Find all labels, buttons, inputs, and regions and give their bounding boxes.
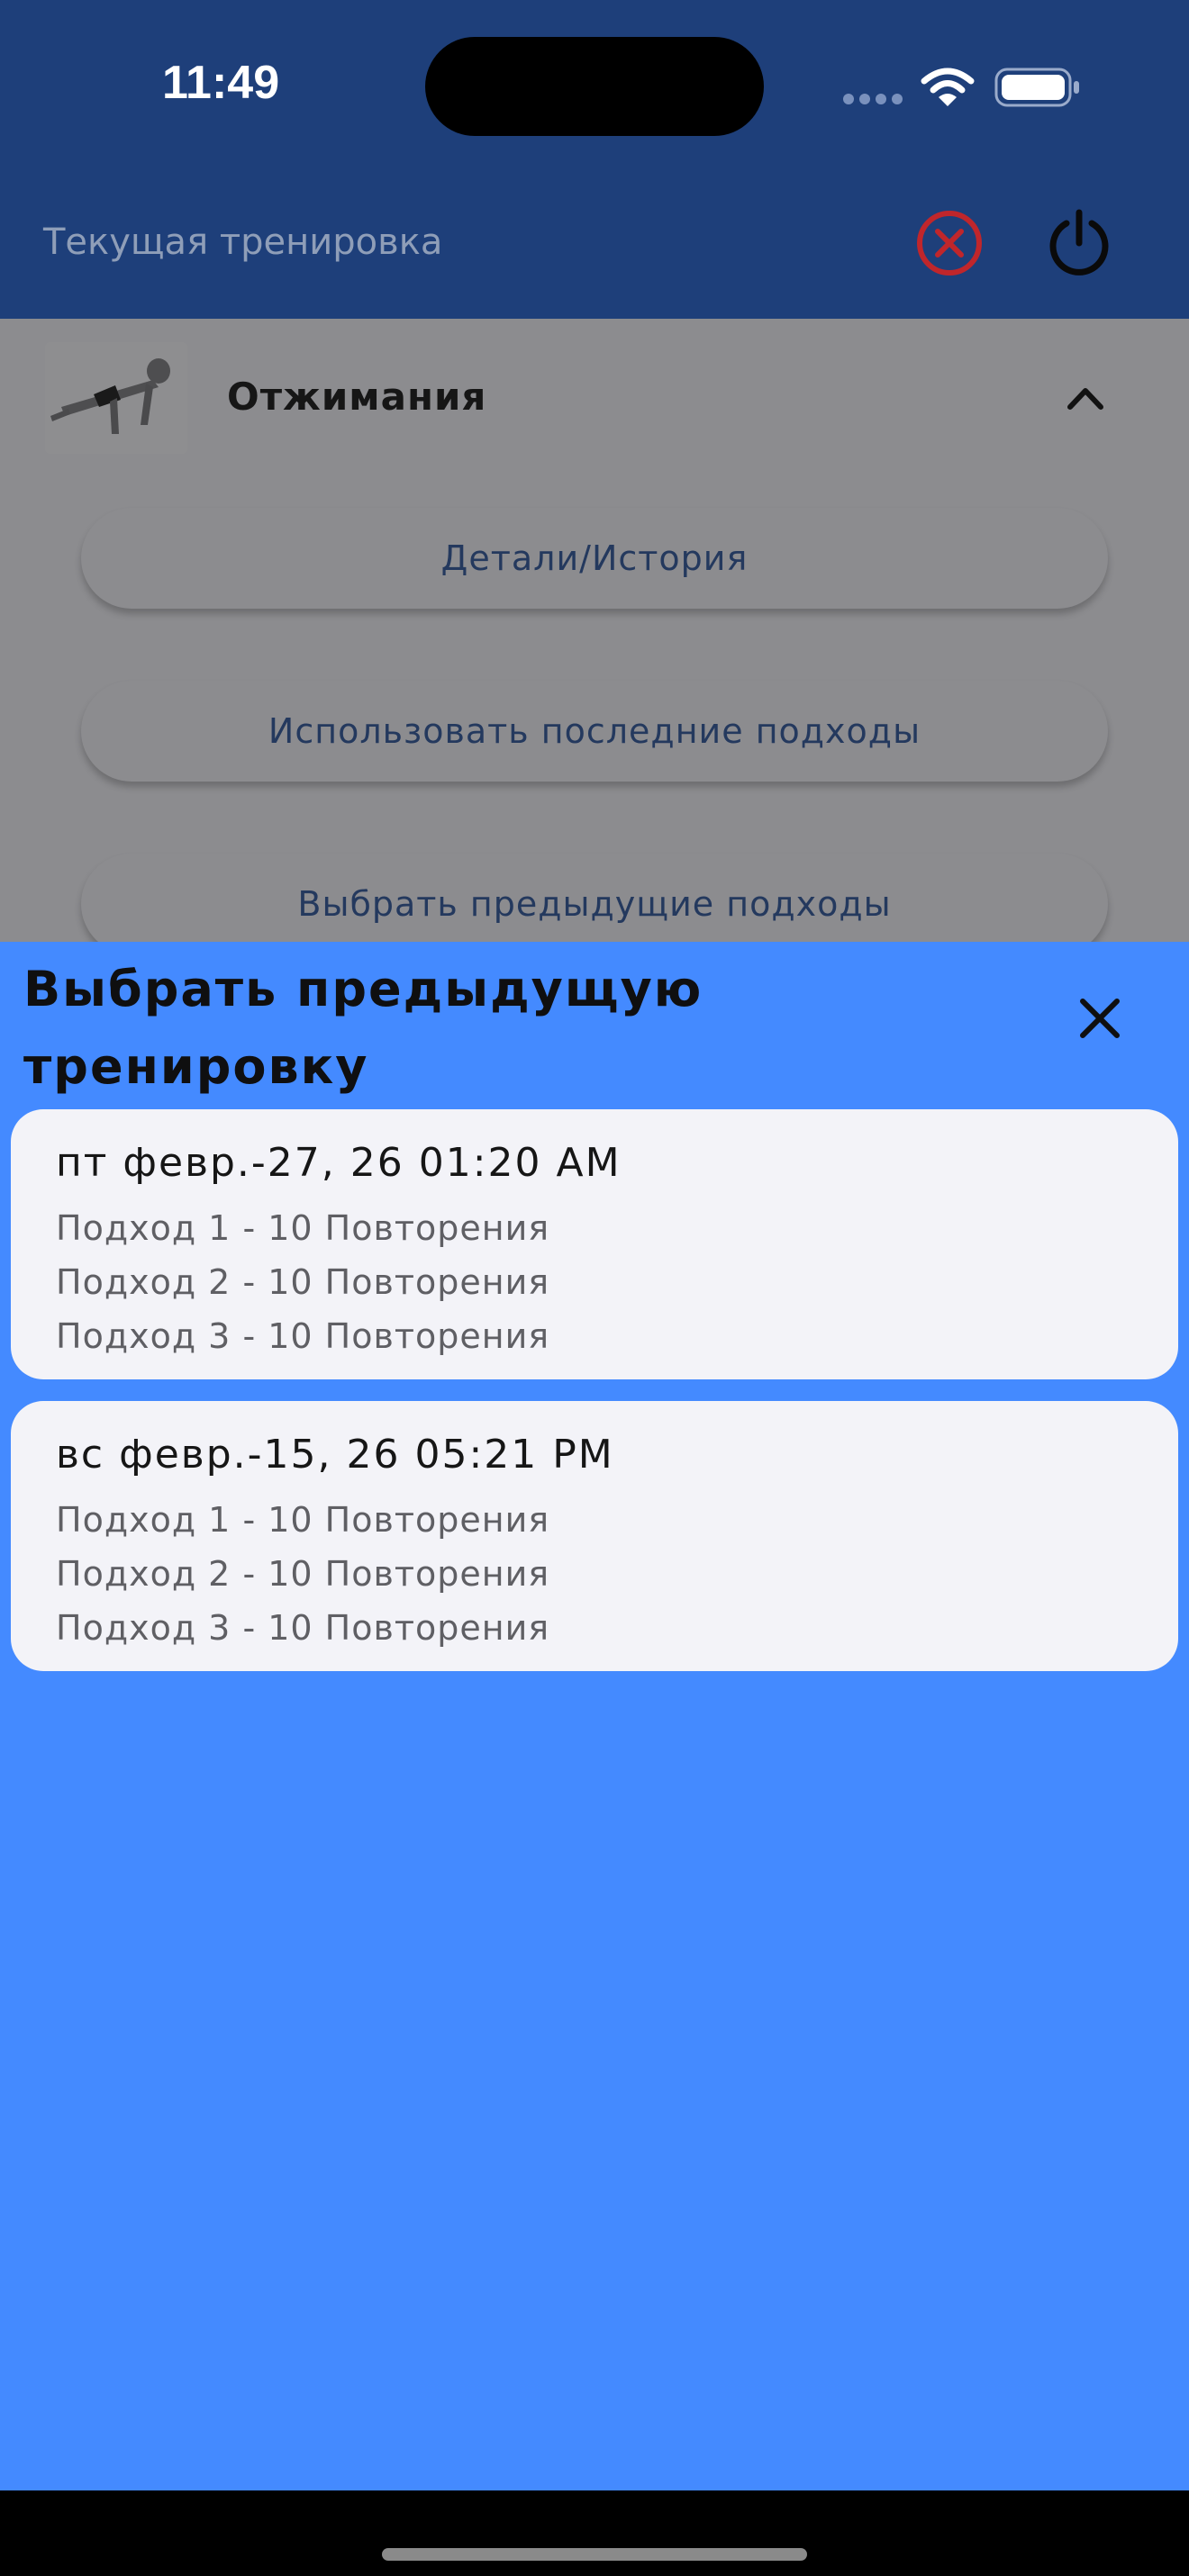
- set-line: Подход 3 - 10 Повторения: [56, 1316, 550, 1356]
- sheet-title: Выбрать предыдущую тренировку: [23, 961, 703, 1095]
- workout-card[interactable]: вс февр.-15, 26 05:21 PM Подход 1 - 10 П…: [11, 1401, 1178, 1671]
- power-icon[interactable]: [1043, 207, 1115, 279]
- choose-previous-sets-button[interactable]: Выбрать предыдущие подходы: [81, 854, 1108, 942]
- set-line: Подход 2 - 10 Повторения: [56, 1554, 550, 1594]
- home-indicator[interactable]: [382, 2548, 807, 2561]
- set-line: Подход 3 - 10 Повторения: [56, 1608, 550, 1648]
- dynamic-island: [425, 37, 764, 136]
- workout-date: вс февр.-15, 26 05:21 PM: [56, 1432, 614, 1478]
- set-line: Подход 1 - 10 Повторения: [56, 1208, 550, 1248]
- workout-card[interactable]: пт февр.-27, 26 01:20 AM Подход 1 - 10 П…: [11, 1109, 1178, 1379]
- cancel-circle-icon[interactable]: [913, 207, 985, 279]
- use-last-sets-button[interactable]: Использовать последние подходы: [81, 681, 1108, 782]
- battery-icon: [994, 68, 1079, 107]
- chevron-up-icon[interactable]: [1065, 382, 1106, 412]
- pushup-exercise-image: [45, 342, 187, 454]
- home-bar-area: [0, 2490, 1189, 2576]
- workout-date: пт февр.-27, 26 01:20 AM: [56, 1140, 622, 1186]
- page-title: Текущая тренировка: [43, 221, 443, 263]
- exercise-panel: Отжимания Детали/История Использовать по…: [0, 319, 1189, 942]
- cellular-signal-icon: [843, 94, 903, 104]
- set-line: Подход 2 - 10 Повторения: [56, 1262, 550, 1302]
- set-line: Подход 1 - 10 Повторения: [56, 1500, 550, 1540]
- status-time: 11:49: [162, 57, 280, 109]
- status-bar: 11:49: [0, 0, 1189, 171]
- wifi-icon: [921, 68, 975, 106]
- exercise-name: Отжимания: [227, 375, 487, 419]
- select-previous-workout-sheet: Выбрать предыдущую тренировку пт февр.-2…: [0, 942, 1189, 2490]
- app-bar: Текущая тренировка: [0, 171, 1189, 319]
- close-icon[interactable]: [1077, 996, 1122, 1041]
- details-history-button[interactable]: Детали/История: [81, 508, 1108, 609]
